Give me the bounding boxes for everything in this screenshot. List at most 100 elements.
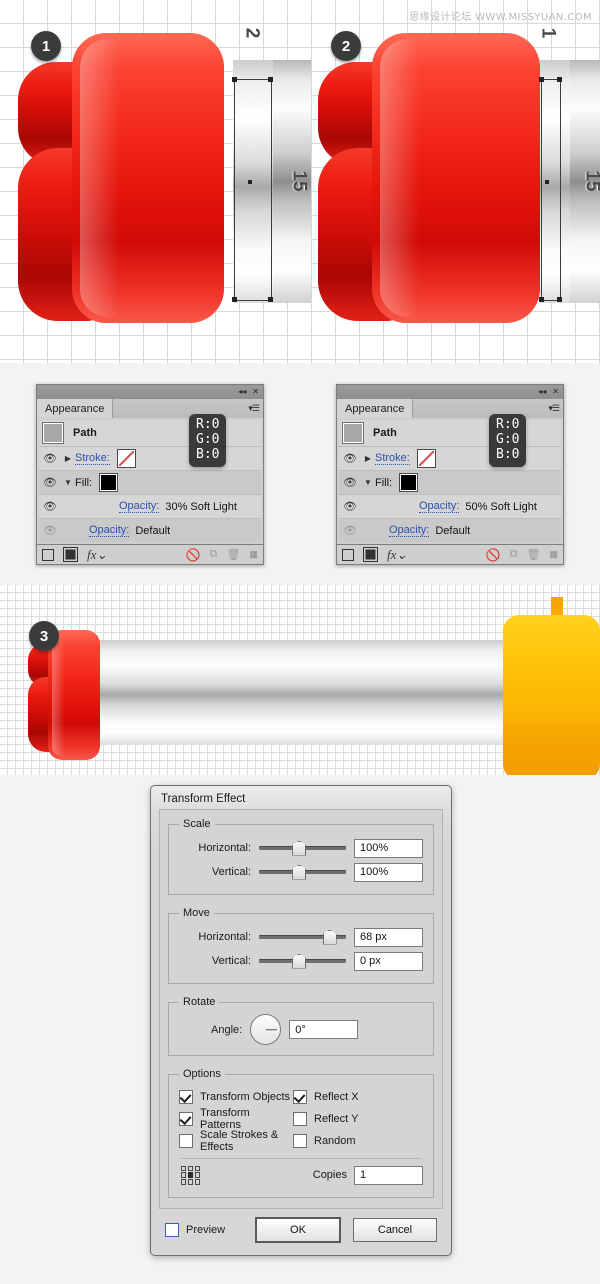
checkbox-icon[interactable] xyxy=(293,1112,307,1126)
stroke-label-2[interactable]: Stroke: xyxy=(375,452,410,465)
eye-icon-stroke-2[interactable]: 👁 xyxy=(339,452,361,465)
refpoint-cell-center[interactable] xyxy=(187,1172,194,1178)
fill-black-swatch-2[interactable] xyxy=(399,473,419,492)
preview-checkbox-row[interactable]: Preview xyxy=(165,1223,225,1237)
fx-icon-2[interactable]: fx⌄ xyxy=(387,547,407,563)
panel-titlebar-1[interactable]: ◂◂ ✕ xyxy=(36,384,264,399)
chevron-right-icon-stroke-1[interactable]: ▶ xyxy=(61,454,75,463)
checkbox-transform-patterns[interactable]: Transform Patterns xyxy=(179,1107,293,1131)
refpoint-cell[interactable] xyxy=(181,1172,187,1178)
move-horizontal-slider[interactable] xyxy=(259,929,346,945)
checkbox-icon[interactable] xyxy=(179,1090,193,1104)
new-fill-icon-1[interactable] xyxy=(63,547,78,562)
center-point-2[interactable] xyxy=(545,180,549,184)
cancel-button[interactable]: Cancel xyxy=(353,1218,437,1242)
resize-grip-icon-1[interactable]: ▦ xyxy=(249,549,258,560)
slider-knob[interactable] xyxy=(322,929,337,945)
anchor-point-bl-2[interactable] xyxy=(539,297,544,302)
fill-row-2[interactable]: 👁 ▼ Fill: xyxy=(339,471,561,495)
angle-field[interactable]: 0° xyxy=(289,1020,359,1039)
delete-icon-1[interactable]: 🗑 xyxy=(227,548,241,561)
checkbox-reflect-y[interactable]: Reflect Y xyxy=(293,1108,423,1130)
eye-icon-opacity-default-2[interactable]: 👁 xyxy=(339,524,361,537)
resize-grip-icon-2[interactable]: ▦ xyxy=(549,549,558,560)
refpoint-cell[interactable] xyxy=(187,1179,194,1185)
scale-horizontal-field[interactable]: 100% xyxy=(354,838,423,858)
collapse-icon[interactable]: ◂◂ xyxy=(238,388,246,396)
chevron-right-icon-stroke-2[interactable]: ▶ xyxy=(361,454,375,463)
checkbox-transform-objects[interactable]: Transform Objects xyxy=(179,1086,293,1108)
stroke-none-swatch-1[interactable] xyxy=(116,449,136,468)
move-horizontal-field[interactable]: 68 px xyxy=(354,927,423,947)
tab-appearance-2[interactable]: Appearance xyxy=(337,399,414,418)
anchor-point-tr-1[interactable] xyxy=(268,77,273,82)
checkbox-random[interactable]: Random xyxy=(293,1130,423,1152)
eye-icon-fill-1[interactable]: 👁 xyxy=(39,476,61,489)
fill-black-swatch-1[interactable] xyxy=(99,473,119,492)
tab-appearance-1[interactable]: Appearance xyxy=(37,399,114,418)
eye-icon-opacity-2[interactable]: 👁 xyxy=(339,500,361,513)
path-row-2[interactable]: Path xyxy=(339,420,561,447)
new-fill-icon-2[interactable] xyxy=(363,547,378,562)
chevron-down-icon-fill-2[interactable]: ▼ xyxy=(361,478,375,487)
stroke-row-1[interactable]: 👁 ▶ Stroke: xyxy=(39,447,261,471)
refpoint-cell[interactable] xyxy=(194,1172,200,1178)
opacity-default-row-1[interactable]: 👁 Opacity: Default xyxy=(39,519,261,542)
appearance-panel-2[interactable]: ◂◂ ✕ Appearance ▾☰ Path 👁 ▶ Stroke: 👁 ▼ xyxy=(336,384,564,565)
fill-row-1[interactable]: 👁 ▼ Fill: xyxy=(39,471,261,495)
scale-horizontal-slider[interactable] xyxy=(259,840,346,856)
panel-titlebar-2[interactable]: ◂◂ ✕ xyxy=(336,384,564,399)
anchor-point-bl-1[interactable] xyxy=(232,297,237,302)
clear-appearance-icon-2[interactable]: 🚫 xyxy=(486,548,501,562)
checkbox-reflect-x[interactable]: Reflect X xyxy=(293,1086,423,1108)
move-vertical-field[interactable]: 0 px xyxy=(354,951,423,971)
center-point-1[interactable] xyxy=(248,180,252,184)
opacity-row-2[interactable]: 👁 Opacity: 50% Soft Light xyxy=(339,495,561,519)
chevron-down-icon-fill-1[interactable]: ▼ xyxy=(61,478,75,487)
preview-checkbox-icon[interactable] xyxy=(165,1223,179,1237)
move-vertical-slider[interactable] xyxy=(259,953,346,969)
scale-vertical-field[interactable]: 100% xyxy=(354,862,423,882)
reference-point-icon[interactable] xyxy=(181,1165,200,1185)
appearance-panel-1[interactable]: ◂◂ ✕ Appearance ▾☰ Path 👁 ▶ Stroke: 👁 ▼ xyxy=(36,384,264,565)
anchor-point-tl-2[interactable] xyxy=(539,77,544,82)
stroke-label-1[interactable]: Stroke: xyxy=(75,452,110,465)
delete-icon-2[interactable]: 🗑 xyxy=(527,548,541,561)
duplicate-icon-1[interactable]: ⧉ xyxy=(210,548,218,561)
slider-knob[interactable] xyxy=(292,864,307,880)
opacity-default-row-2[interactable]: 👁 Opacity: Default xyxy=(339,519,561,542)
panel-menu-icon-2[interactable]: ▾☰ xyxy=(548,399,563,418)
opacity-default-label-2[interactable]: Opacity: xyxy=(389,524,430,537)
refpoint-cell[interactable] xyxy=(181,1165,187,1171)
refpoint-cell[interactable] xyxy=(181,1179,187,1185)
new-stroke-icon-1[interactable] xyxy=(42,548,54,561)
fx-icon-1[interactable]: fx⌄ xyxy=(87,547,107,563)
refpoint-cell[interactable] xyxy=(194,1165,200,1171)
clear-appearance-icon-1[interactable]: 🚫 xyxy=(186,548,201,562)
panel-menu-icon-1[interactable]: ▾☰ xyxy=(248,399,263,418)
refpoint-cell[interactable] xyxy=(194,1179,200,1185)
opacity-label-2[interactable]: Opacity: xyxy=(419,500,460,513)
anchor-point-tl-1[interactable] xyxy=(232,77,237,82)
checkbox-scale-strokes-effects[interactable]: Scale Strokes & Effects xyxy=(179,1129,293,1153)
opacity-default-label-1[interactable]: Opacity: xyxy=(89,524,130,537)
refpoint-cell[interactable] xyxy=(187,1165,194,1171)
eye-icon-opacity-1[interactable]: 👁 xyxy=(39,500,61,513)
slider-knob[interactable] xyxy=(292,953,307,969)
eye-icon-opacity-default-1[interactable]: 👁 xyxy=(39,524,61,537)
transform-effect-dialog[interactable]: Transform Effect Scale Horizontal: 100% … xyxy=(150,785,452,1256)
slider-knob[interactable] xyxy=(292,840,307,856)
stroke-none-swatch-2[interactable] xyxy=(416,449,436,468)
close-icon[interactable]: ✕ xyxy=(252,388,259,396)
copies-field[interactable]: 1 xyxy=(354,1165,423,1185)
checkbox-icon[interactable] xyxy=(293,1090,307,1104)
checkbox-icon[interactable] xyxy=(179,1112,193,1126)
close-icon-2[interactable]: ✕ xyxy=(552,388,559,396)
eye-icon-fill-2[interactable]: 👁 xyxy=(339,476,361,489)
anchor-point-br-1[interactable] xyxy=(268,297,273,302)
angle-dial[interactable] xyxy=(250,1014,282,1045)
opacity-label-1[interactable]: Opacity: xyxy=(119,500,160,513)
collapse-icon-2[interactable]: ◂◂ xyxy=(538,388,546,396)
path-row-1[interactable]: Path xyxy=(39,420,261,447)
ok-button[interactable]: OK xyxy=(255,1217,341,1243)
